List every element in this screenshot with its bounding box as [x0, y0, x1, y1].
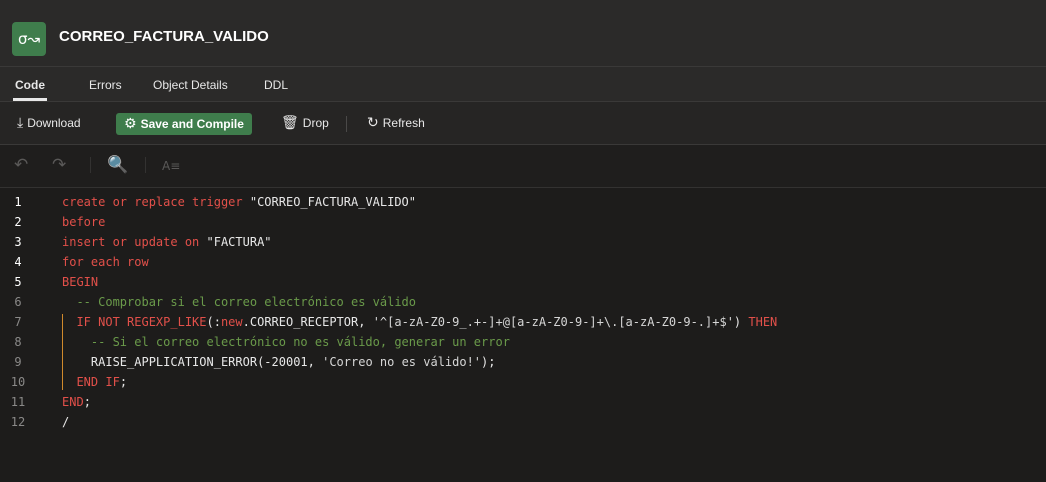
code-text: /	[62, 412, 69, 432]
code-token: before	[62, 215, 106, 229]
line-number: 2	[14, 215, 22, 229]
code-token: '^[a-zA-Z0-9_.+-]+@[a-zA-Z0-9-]+\.[a-zA-…	[372, 315, 734, 329]
code-token: "CORREO_FACTURA_VALIDO"	[249, 195, 417, 209]
line-number: 3	[14, 235, 22, 249]
code-token: RAISE_APPLICATION_ERROR(-20001,	[62, 355, 323, 369]
code-token: THEN	[748, 315, 778, 329]
code-line[interactable]: 6 -- Comprobar si el correo electrónico …	[0, 292, 1046, 312]
code-text: END;	[62, 392, 91, 412]
drop-button[interactable]: 🗑 Drop	[281, 111, 329, 135]
page-title: CORREO_FACTURA_VALIDO	[59, 28, 269, 45]
code-text: BEGIN	[62, 272, 98, 292]
code-token: -- Si el correo electrónico no es válido…	[62, 335, 510, 349]
title-bar: σ↝ CORREO_FACTURA_VALIDO	[0, 0, 1046, 67]
code-text: create or replace trigger "CORREO_FACTUR…	[62, 192, 416, 212]
indent-guide	[62, 314, 63, 390]
save-and-compile-label: Save and Compile	[140, 117, 244, 131]
code-token: insert or update on	[62, 235, 207, 249]
code-token: IF NOT REGEXP_LIKE	[62, 315, 207, 329]
line-number: 7	[14, 315, 22, 329]
line-number: 4	[14, 255, 22, 269]
code-line[interactable]: 10 END IF;	[0, 372, 1046, 392]
code-line[interactable]: 12 /	[0, 412, 1046, 432]
search-icon[interactable]: 🔍	[107, 155, 128, 175]
tab-ddl[interactable]: DDL	[262, 67, 290, 101]
line-number: 1	[14, 195, 22, 209]
tab-bar: Code Errors Object Details DDL	[0, 67, 1046, 102]
editor-toolbar: ↶ ↷ 🔍 A≡	[0, 145, 1046, 188]
refresh-button[interactable]: ↻ Refresh	[367, 111, 425, 135]
code-token: create or replace trigger	[62, 195, 250, 209]
line-number: 8	[14, 335, 22, 349]
code-editor[interactable]: 1 create or replace trigger "CORREO_FACTU…	[0, 192, 1046, 482]
code-token: 'Correo no es válido!'	[322, 355, 482, 369]
code-token: BEGIN	[62, 275, 99, 289]
code-text: -- Si el correo electrónico no es válido…	[62, 332, 510, 352]
code-line[interactable]: 7 IF NOT REGEXP_LIKE(:new.CORREO_RECEPTO…	[0, 312, 1046, 332]
line-number: 9	[14, 355, 22, 369]
editor-divider	[90, 157, 91, 173]
code-token: /	[62, 415, 70, 429]
refresh-icon: ↻	[367, 115, 379, 131]
code-text: -- Comprobar si el correo electrónico es…	[62, 292, 416, 312]
toolbar: ⤓ Download ⚙ Save and Compile 🗑 Drop ↻ R…	[0, 102, 1046, 145]
trash-icon: 🗑	[281, 115, 299, 131]
code-text: for each row	[62, 252, 149, 272]
code-text: RAISE_APPLICATION_ERROR(-20001, 'Correo …	[62, 352, 496, 372]
code-line[interactable]: 2 before	[0, 212, 1046, 232]
download-label: Download	[27, 116, 81, 130]
drop-label: Drop	[302, 116, 329, 130]
code-token: new	[220, 315, 243, 329]
code-line[interactable]: 8 -- Si el correo electrónico no es váli…	[0, 332, 1046, 352]
code-token: -- Comprobar si el correo electrónico es…	[62, 295, 417, 309]
code-line[interactable]: 4 for each row	[0, 252, 1046, 272]
refresh-label: Refresh	[382, 116, 425, 130]
code-token: ;	[119, 375, 128, 389]
line-number: 12	[10, 415, 26, 429]
code-token: for each row	[62, 255, 149, 269]
code-line[interactable]: 9 RAISE_APPLICATION_ERROR(-20001, 'Corre…	[0, 352, 1046, 372]
code-token: ;	[83, 395, 91, 409]
code-token: .CORREO_RECEPTOR,	[242, 315, 373, 329]
undo-icon[interactable]: ↶	[14, 155, 28, 175]
tab-errors[interactable]: Errors	[87, 67, 124, 101]
redo-icon[interactable]: ↷	[52, 155, 66, 175]
line-number: 11	[10, 395, 26, 409]
code-token: END	[62, 395, 84, 409]
gear-icon: ⚙	[124, 116, 137, 132]
download-button[interactable]: ⤓ Download	[17, 111, 81, 135]
code-token: END IF	[76, 375, 120, 389]
code-line[interactable]: 11 END;	[0, 392, 1046, 412]
save-and-compile-button[interactable]: ⚙ Save and Compile	[116, 113, 252, 135]
format-icon[interactable]: A≡	[162, 159, 180, 173]
code-token: )	[733, 315, 749, 329]
code-token: (:	[206, 315, 221, 329]
code-text: insert or update on "FACTURA"	[62, 232, 272, 252]
code-line[interactable]: 1 create or replace trigger "CORREO_FACTU…	[0, 192, 1046, 212]
line-number: 5	[14, 275, 22, 289]
tab-code[interactable]: Code	[13, 67, 47, 101]
code-text: IF NOT REGEXP_LIKE(:new.CORREO_RECEPTOR,…	[62, 312, 777, 332]
trigger-icon: σ↝	[12, 22, 46, 56]
code-token: );	[481, 355, 496, 369]
line-number: 6	[14, 295, 22, 309]
download-icon: ⤓	[17, 115, 24, 131]
line-number: 10	[10, 375, 26, 389]
editor-divider	[145, 157, 146, 173]
code-line[interactable]: 5 BEGIN	[0, 272, 1046, 292]
tab-object-details[interactable]: Object Details	[151, 67, 230, 101]
code-line[interactable]: 3 insert or update on "FACTURA"	[0, 232, 1046, 252]
code-text: before	[62, 212, 105, 232]
code-token: "FACTURA"	[206, 235, 272, 249]
code-text: END IF;	[62, 372, 127, 392]
toolbar-divider	[346, 116, 347, 132]
